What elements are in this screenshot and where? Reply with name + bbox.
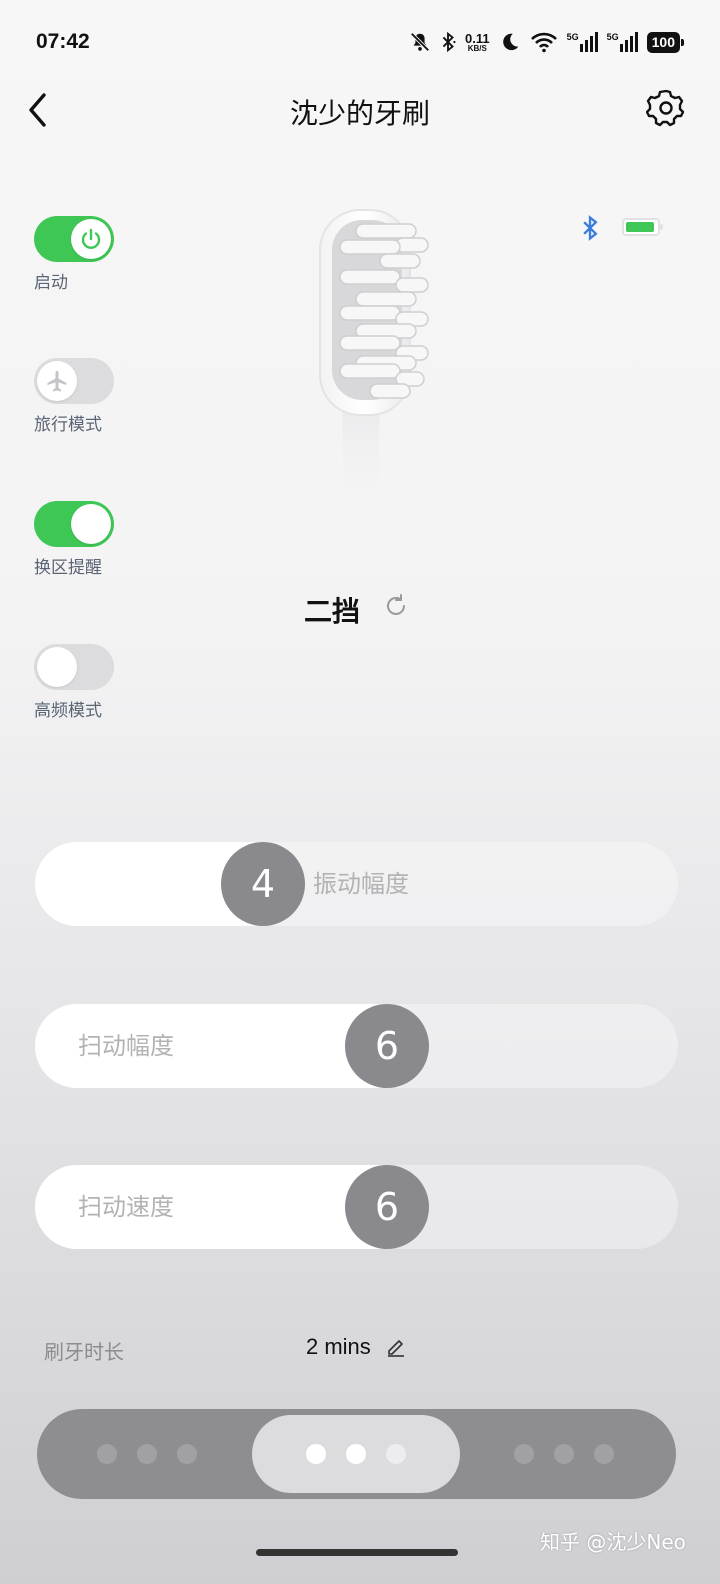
slider-label: 振动幅度 xyxy=(313,870,409,898)
high-frequency-toggle[interactable] xyxy=(34,644,114,690)
power-toggle-label: 启动 xyxy=(34,273,68,293)
status-time: 07:42 xyxy=(36,30,90,53)
mode-dot xyxy=(346,1444,366,1464)
toothbrush-head-image xyxy=(319,209,429,530)
mode-dot xyxy=(177,1444,197,1464)
sweep-speed-slider[interactable]: 扫动速度 6 xyxy=(35,1165,678,1249)
slider-thumb[interactable]: 4 xyxy=(221,842,305,926)
travel-mode-toggle[interactable] xyxy=(34,358,114,404)
power-icon xyxy=(81,228,101,249)
bluetooth-icon xyxy=(583,215,598,241)
signal-icon-2: 5G xyxy=(607,32,638,52)
toggle-highfreq-group: 高频模式 xyxy=(34,644,114,721)
zone-reminder-label: 换区提醒 xyxy=(34,558,102,578)
pencil-icon[interactable] xyxy=(385,1336,407,1358)
network-speed-value: 0.11 xyxy=(465,30,490,46)
high-frequency-label: 高频模式 xyxy=(34,701,102,721)
mode-selector xyxy=(37,1409,676,1499)
brushing-duration-label: 刷牙时长 xyxy=(44,1340,124,1364)
toggle-knob xyxy=(71,219,111,259)
moon-icon xyxy=(502,33,518,51)
page-title: 沈少的牙刷 xyxy=(289,97,430,130)
zone-reminder-toggle[interactable] xyxy=(34,501,114,547)
power-toggle[interactable] xyxy=(34,216,114,262)
home-indicator[interactable] xyxy=(256,1549,458,1556)
vibration-amplitude-slider[interactable]: 振动幅度 4 xyxy=(35,842,678,926)
slider-thumb[interactable]: 6 xyxy=(345,1165,429,1249)
toggle-knob xyxy=(71,504,111,544)
sim1-label: 5G xyxy=(566,32,579,42)
mode-dot xyxy=(594,1444,614,1464)
mode-dot xyxy=(306,1444,326,1464)
settings-button[interactable] xyxy=(645,88,686,128)
toggle-zone-group: 换区提醒 xyxy=(34,501,114,578)
toggle-knob xyxy=(37,647,77,687)
wifi-icon xyxy=(530,32,557,53)
gear-icon xyxy=(645,89,685,127)
status-bar: 07:42 0.11 KB/S 5G 5G 100 xyxy=(0,0,720,86)
sim2-label: 5G xyxy=(606,32,619,42)
gear-mode-label: 二挡 xyxy=(304,595,361,628)
status-icons: 0.11 KB/S 5G 5G 100 xyxy=(409,28,685,56)
mode-dot xyxy=(97,1444,117,1464)
mode-dot xyxy=(554,1444,574,1464)
travel-mode-label: 旅行模式 xyxy=(34,415,102,435)
battery-indicator xyxy=(622,218,663,236)
battery-level-fill xyxy=(626,222,654,232)
network-speed: 0.11 KB/S xyxy=(465,32,490,53)
brushing-duration-value[interactable]: 2 mins xyxy=(306,1334,371,1360)
mode-dot xyxy=(514,1444,534,1464)
watermark: 知乎 @沈少Neo xyxy=(540,1530,686,1554)
toggle-knob xyxy=(37,361,77,401)
mute-bell-icon xyxy=(410,32,430,52)
airplane-icon xyxy=(47,371,67,392)
battery-icon: 100 xyxy=(646,31,685,53)
mode-dot xyxy=(386,1444,406,1464)
toggle-power-group: 启动 xyxy=(34,216,114,293)
slider-thumb[interactable]: 6 xyxy=(345,1004,429,1088)
bluetooth-icon xyxy=(442,31,456,53)
signal-icon: 5G xyxy=(567,32,598,52)
mode-dot xyxy=(137,1444,157,1464)
slider-label: 扫动幅度 xyxy=(78,1032,174,1060)
slider-label: 扫动速度 xyxy=(78,1193,174,1221)
refresh-icon[interactable] xyxy=(382,592,410,620)
sweep-amplitude-slider[interactable]: 扫动幅度 6 xyxy=(35,1004,678,1088)
network-speed-unit: KB/S xyxy=(467,43,487,53)
toggle-travel-group: 旅行模式 xyxy=(34,358,114,435)
